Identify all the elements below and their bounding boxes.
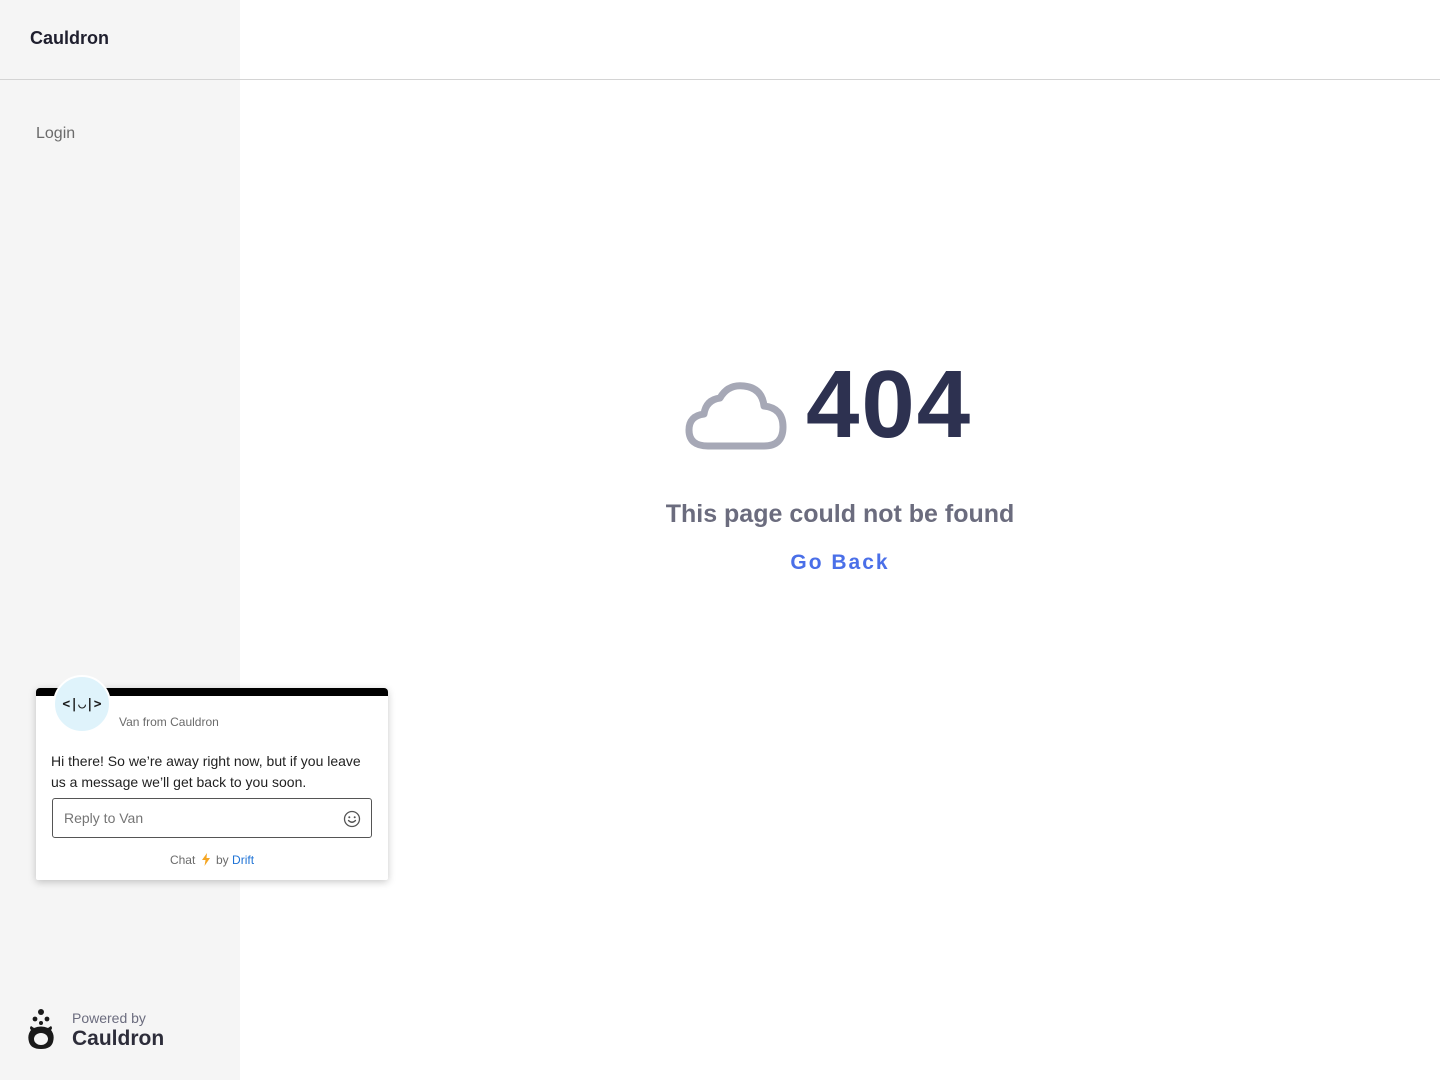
error-section: 404 This page could not be found Go Back	[240, 0, 1440, 1080]
go-back-label[interactable]: Go Back	[790, 551, 889, 574]
drift-link[interactable]: Drift	[232, 853, 254, 867]
sidebar: Cauldron Login Powered by Cauldron	[0, 0, 240, 1080]
brand-name[interactable]: Cauldron	[30, 28, 109, 49]
emoji-icon[interactable]	[343, 810, 361, 828]
powered-by[interactable]: Powered by Cauldron	[28, 1006, 218, 1056]
chat-footer-by: by	[216, 853, 229, 867]
chat-avatar: <|◡|>	[53, 675, 111, 733]
chat-widget: <|◡|> Van from Cauldron Hi there! So we’…	[36, 675, 388, 880]
go-back-link: Go Back	[240, 551, 1440, 575]
powered-by-brand: Cauldron	[72, 1027, 165, 1050]
chat-footer-prefix: Chat	[169, 853, 196, 867]
powered-by-label: Powered by	[72, 1010, 146, 1026]
error-code: 404	[806, 351, 973, 458]
chat-footer: Chat by Drift	[36, 853, 388, 867]
error-message: This page could not be found	[665, 500, 1015, 528]
cauldron-logo-icon	[28, 1009, 54, 1049]
bolt-icon	[201, 853, 210, 866]
cloud-icon	[685, 382, 787, 450]
chat-sender-name: Van from Cauldron	[119, 715, 219, 729]
chat-reply-input[interactable]	[52, 798, 372, 838]
brand-header: Cauldron	[0, 0, 240, 80]
nav-login-link[interactable]: Login	[36, 125, 75, 143]
chat-message: Hi there! So we’re away right now, but i…	[51, 753, 361, 790]
